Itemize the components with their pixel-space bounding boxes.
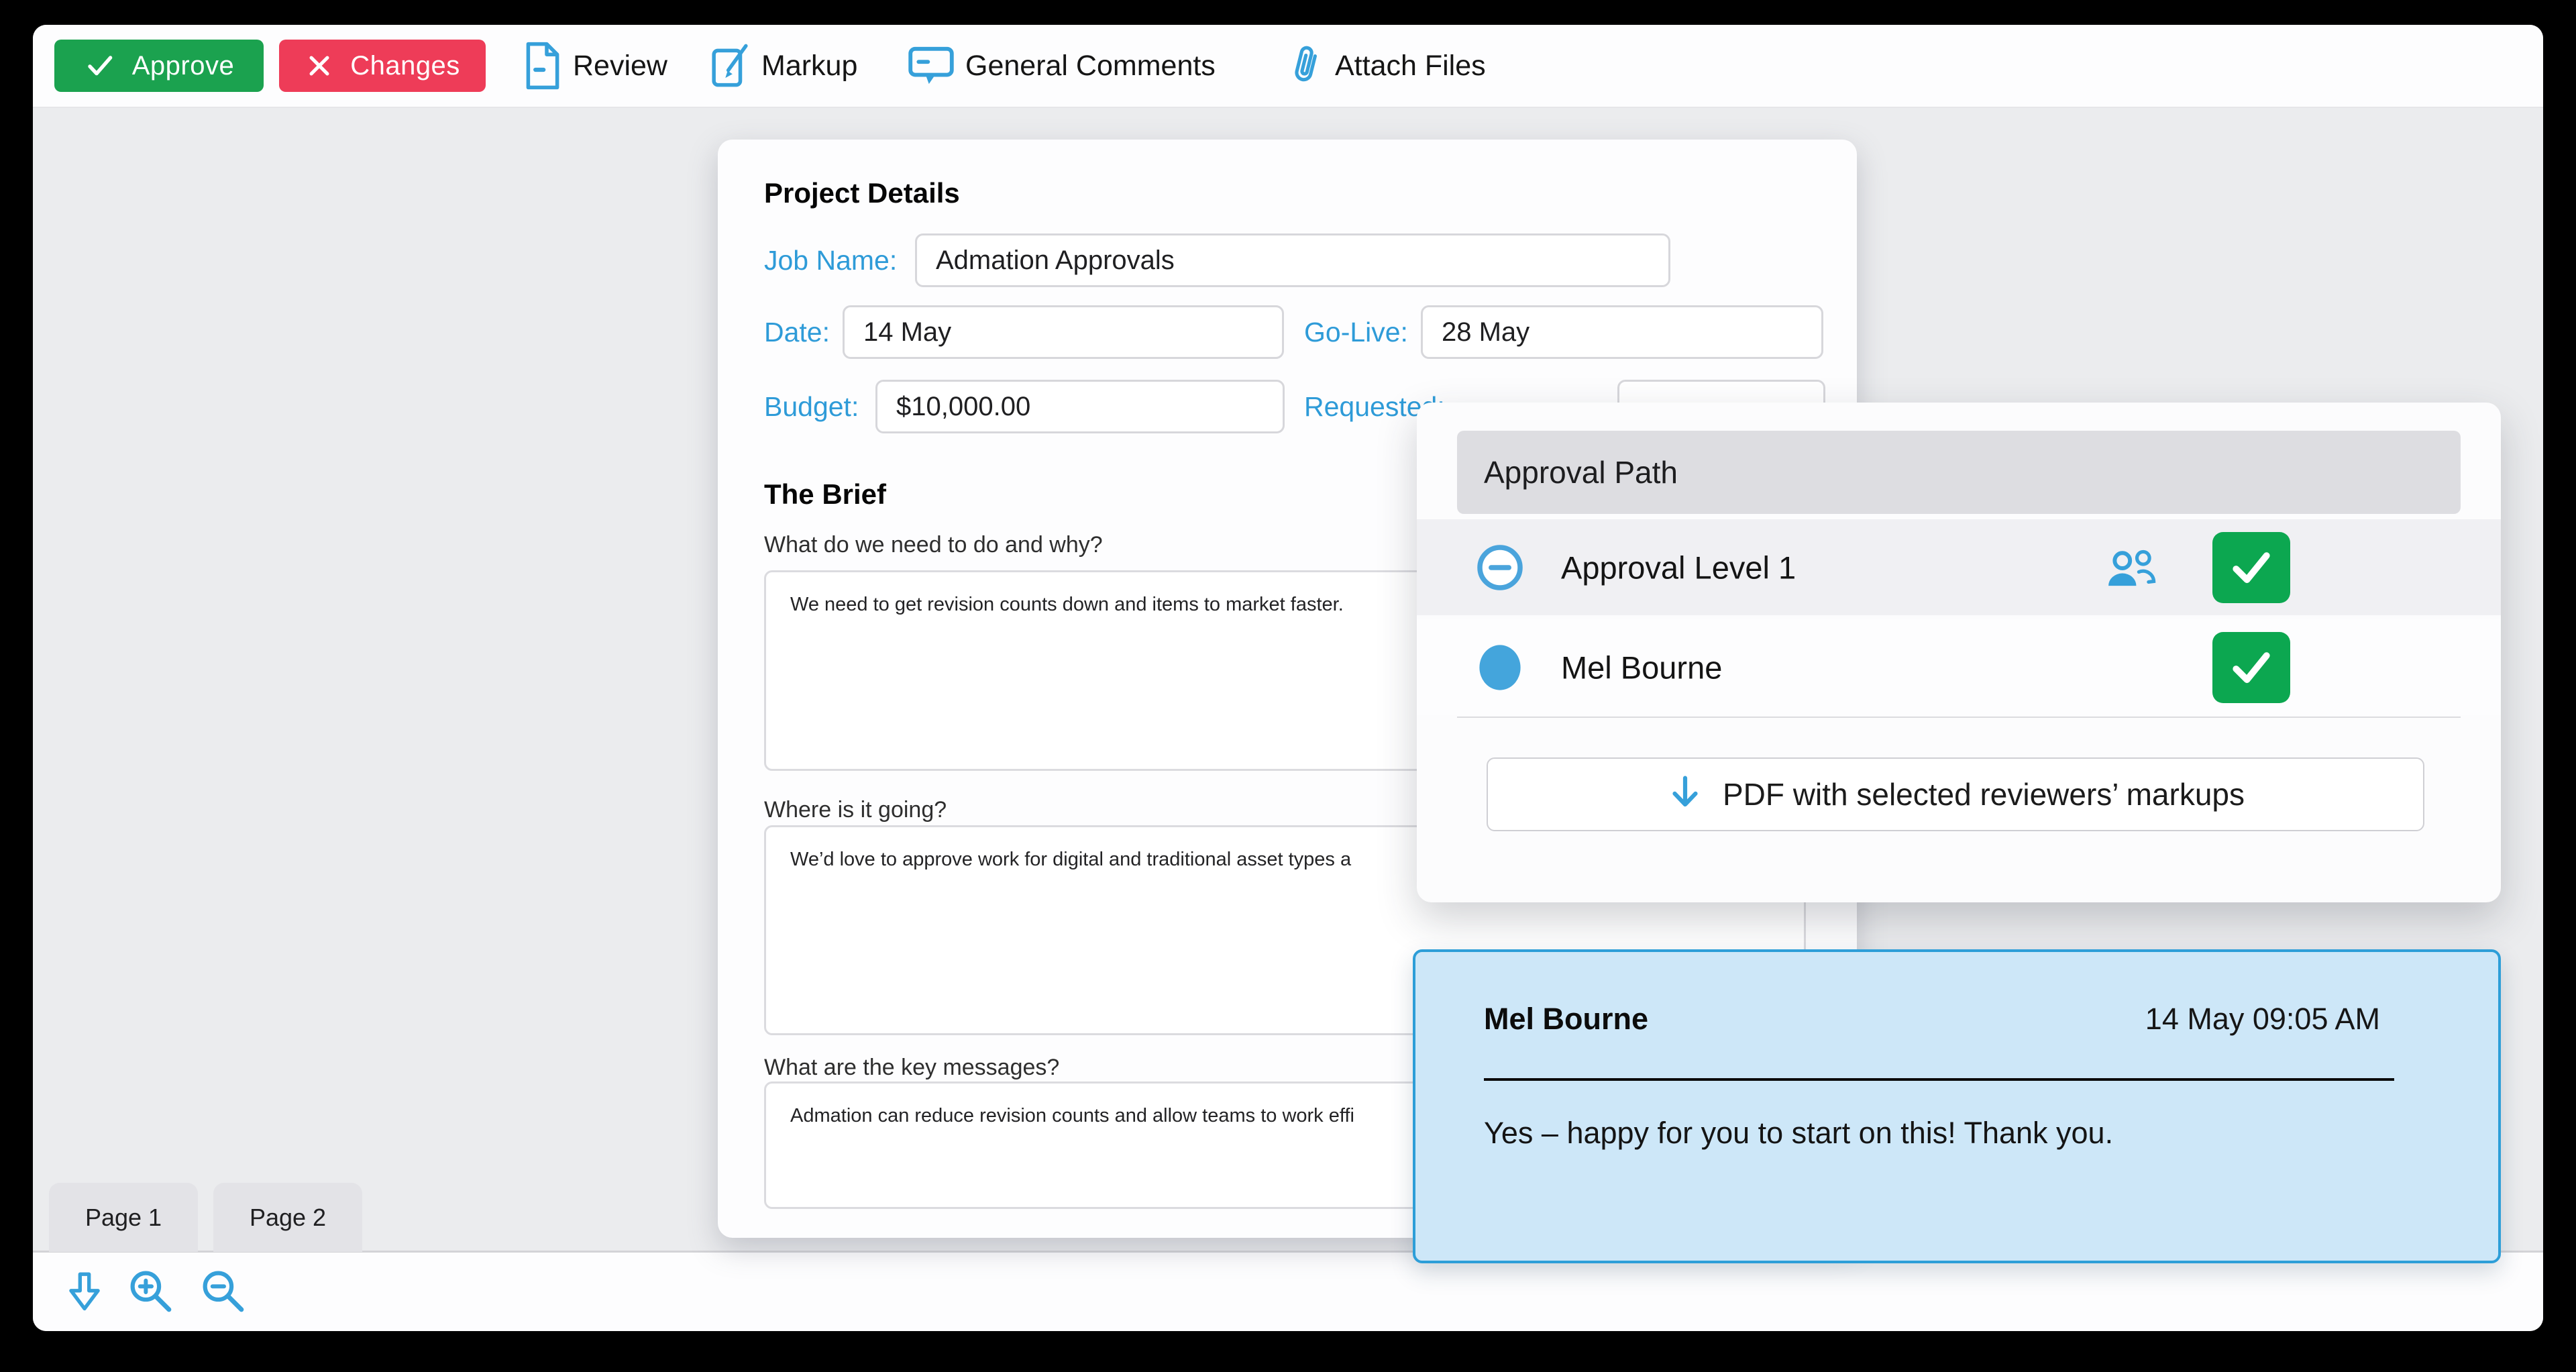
- checkbox-check-icon: [2224, 541, 2279, 594]
- date-label: Date:: [764, 305, 830, 359]
- job-name-label: Job Name:: [764, 233, 897, 287]
- brief-question-3: What are the key messages?: [764, 1055, 1059, 1081]
- solid-circle-icon[interactable]: [1476, 641, 1524, 694]
- markup-tool[interactable]: Markup: [709, 25, 857, 107]
- markup-label: Markup: [761, 50, 857, 83]
- approve-label: Approve: [132, 51, 234, 81]
- approval-path-header: Approval Path: [1457, 431, 2461, 514]
- review-tool[interactable]: Review: [523, 25, 667, 107]
- zoom-out-icon[interactable]: [199, 1267, 249, 1317]
- go-live-input[interactable]: 28 May: [1421, 305, 1823, 359]
- comment-author: Mel Bourne: [1484, 1002, 1648, 1037]
- attach-files-tool[interactable]: Attach Files: [1287, 25, 1486, 107]
- approve-button[interactable]: Approve: [54, 40, 264, 92]
- approval-level-name: Approval Level 1: [1561, 549, 1796, 586]
- popup-divider: [1457, 717, 2461, 718]
- changes-label: Changes: [350, 51, 460, 81]
- project-details-title: Project Details: [764, 177, 960, 209]
- approval-level-row[interactable]: Approval Level 1: [1417, 519, 2501, 615]
- download-arrow-icon: [1666, 774, 1704, 815]
- go-live-label: Go-Live:: [1304, 305, 1408, 359]
- comment-timestamp: 14 May 09:05 AM: [2145, 1002, 2380, 1037]
- comment-divider: [1484, 1078, 2394, 1081]
- reviewer-name: Mel Bourne: [1561, 649, 1722, 686]
- comment-text: Yes – happy for you to start on this! Th…: [1484, 1116, 2113, 1151]
- checkbox-check-icon: [2224, 641, 2279, 694]
- approval-level-checkbox[interactable]: [2212, 532, 2290, 603]
- request-changes-button[interactable]: Changes: [279, 40, 486, 92]
- general-comments-label: General Comments: [965, 50, 1216, 83]
- budget-input[interactable]: $10,000.00: [875, 380, 1285, 433]
- page-tab-2-label: Page 2: [250, 1204, 326, 1232]
- circle-minus-icon[interactable]: [1476, 543, 1524, 592]
- brief-question-2: Where is it going?: [764, 797, 947, 823]
- speech-bubble-icon: [908, 44, 955, 87]
- general-comments-tool[interactable]: General Comments: [908, 25, 1216, 107]
- paperclip-icon: [1287, 42, 1324, 90]
- budget-label: Budget:: [764, 380, 859, 433]
- reviewer-row[interactable]: Mel Bourne: [1417, 619, 2501, 715]
- review-label: Review: [573, 50, 667, 83]
- job-name-input[interactable]: Admation Approvals: [915, 233, 1670, 287]
- date-input[interactable]: 14 May: [843, 305, 1284, 359]
- attach-files-label: Attach Files: [1335, 50, 1486, 83]
- x-icon: [305, 51, 334, 81]
- screen-background: Approve Changes Review: [0, 0, 2576, 1372]
- app-window: Approve Changes Review: [33, 25, 2543, 1331]
- document-icon: [523, 42, 562, 90]
- toolbar: Approve Changes Review: [33, 25, 2543, 108]
- download-pdf-button[interactable]: PDF with selected reviewers’ markups: [1487, 757, 2424, 831]
- zoom-in-icon[interactable]: [127, 1267, 176, 1317]
- brief-question-1: What do we need to do and why?: [764, 532, 1103, 558]
- footer-bar: [33, 1253, 2543, 1331]
- page-tab-1-label: Page 1: [85, 1204, 162, 1232]
- download-pdf-label: PDF with selected reviewers’ markups: [1723, 776, 2245, 812]
- pencil-square-icon: [709, 42, 751, 90]
- download-icon[interactable]: [65, 1269, 104, 1316]
- page-tab-2[interactable]: Page 2: [213, 1183, 362, 1252]
- brief-title: The Brief: [764, 478, 886, 511]
- page-tab-1[interactable]: Page 1: [49, 1183, 198, 1252]
- reviewer-checkbox[interactable]: [2212, 632, 2290, 703]
- comment-bubble: Mel Bourne 14 May 09:05 AM Yes – happy f…: [1413, 949, 2501, 1263]
- check-icon: [84, 50, 116, 82]
- approval-path-popup: Approval Path Approval Level 1: [1417, 403, 2501, 902]
- group-icon: [2102, 543, 2161, 592]
